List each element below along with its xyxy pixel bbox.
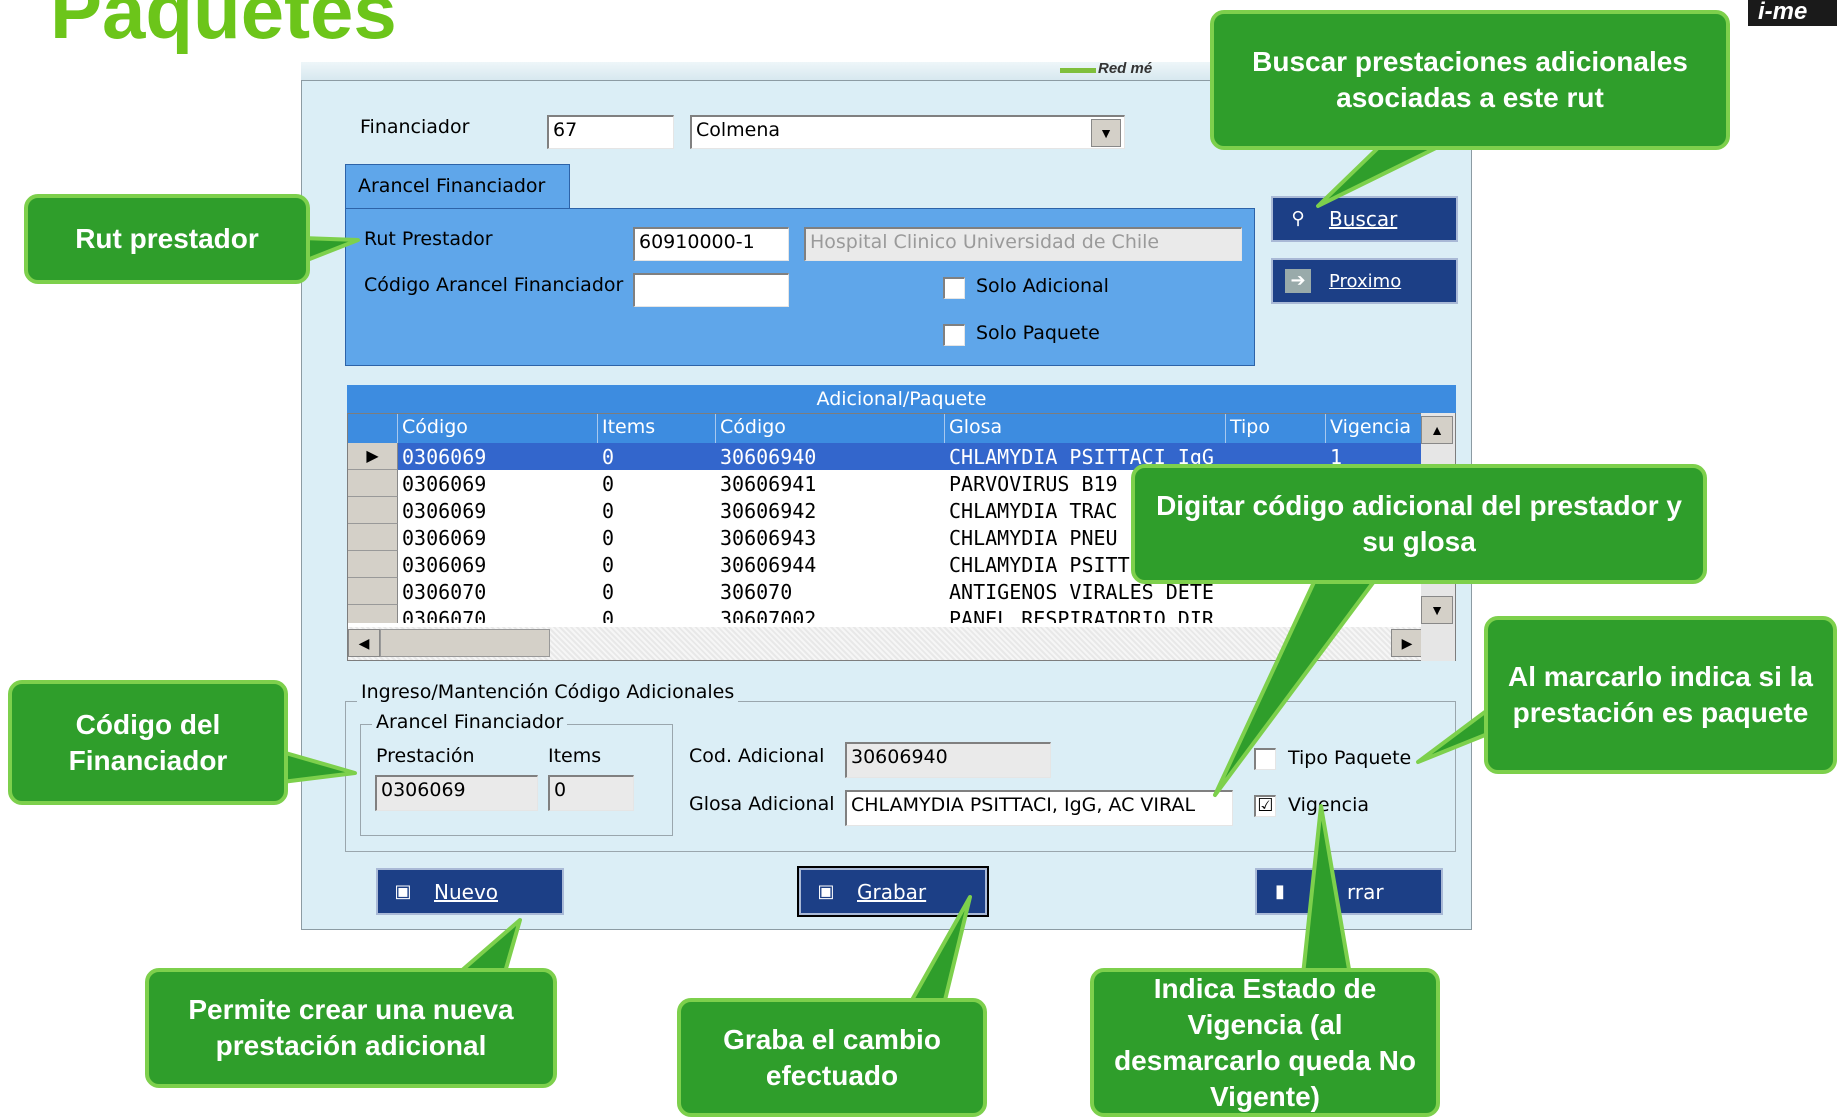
callout-nuevo: Permite crear una nueva prestación adici… — [145, 968, 557, 1088]
callout-buscar: Buscar prestaciones adicionales asociada… — [1210, 10, 1730, 150]
callout-vigencia: Indica Estado de Vigencia (al desmarcarl… — [1090, 968, 1440, 1117]
callout-rut-prestador: Rut prestador — [24, 194, 310, 284]
callout-codigo-financiador: Código del Financiador — [8, 680, 288, 805]
callout-digitar-codigo: Digitar código adicional del prestador y… — [1131, 464, 1707, 584]
callout-grabar: Graba el cambio efectuado — [677, 998, 987, 1117]
callout-tipo-paquete: Al marcarlo indica si la prestación es p… — [1484, 616, 1837, 774]
